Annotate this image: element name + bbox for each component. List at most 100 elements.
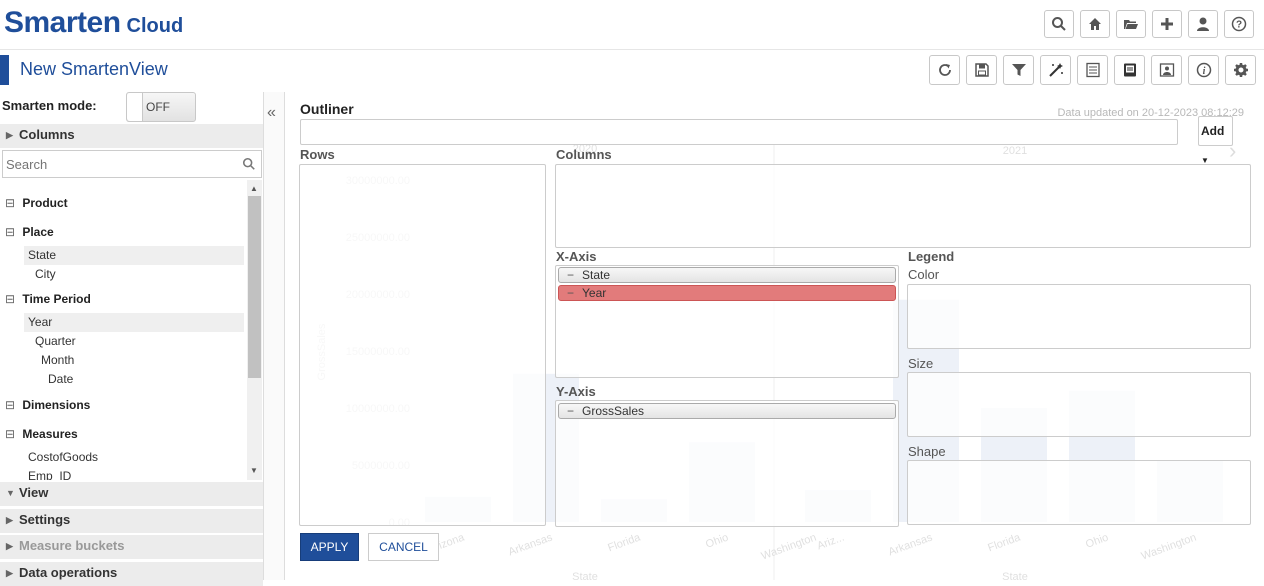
color-label: Color [908, 267, 940, 282]
x-tick-label: Florida [986, 531, 1023, 554]
column-search-input[interactable] [3, 151, 223, 177]
help-button[interactable]: ? [1224, 10, 1254, 38]
tree-leaf-date[interactable]: Date [48, 370, 73, 389]
tree-leaf-city[interactable]: City [35, 265, 56, 284]
x-tick-label: Arkansas [887, 531, 935, 558]
user-button[interactable] [1188, 10, 1218, 38]
settings-icon [1233, 63, 1248, 77]
data-operations-section-header[interactable]: ▶ Data operations [0, 562, 263, 586]
image-icon [1159, 63, 1174, 77]
brand-logo: Smarten Cloud [4, 6, 183, 40]
tree-node-product[interactable]: ⊟ Product [5, 196, 68, 210]
refresh-button[interactable] [929, 55, 960, 85]
shape-label: Shape [908, 444, 946, 459]
home-button[interactable] [1080, 10, 1110, 38]
add-dropdown-button[interactable]: Add ▼ [1198, 116, 1233, 165]
book-icon [1123, 63, 1136, 77]
toggle-knob [127, 93, 143, 121]
x-tick-label: Arkansas [507, 531, 555, 558]
tree-leaf-costofgoods[interactable]: CostofGoods [28, 448, 98, 467]
top-toolbar: ? [1044, 10, 1254, 38]
columns-section-header[interactable]: ▶ Columns [0, 124, 263, 148]
shape-dropzone[interactable] [907, 460, 1251, 525]
legend-label: Legend [908, 249, 955, 264]
minus-icon[interactable]: − [567, 404, 582, 418]
svg-text:i: i [1202, 66, 1205, 77]
view-titlebar: New SmartenView i [0, 51, 1264, 91]
tree-node-label: Place [22, 225, 54, 239]
measure-buckets-section-header[interactable]: ▶ Measure buckets [0, 535, 263, 559]
size-label: Size [908, 356, 934, 371]
settings-button[interactable] [1225, 55, 1256, 85]
tree-node-place[interactable]: ⊟ Place [5, 225, 54, 239]
column-tree: ⊟ Product ⊟ Place State City ⊟ Time Peri… [0, 180, 247, 480]
xaxis-chip-state[interactable]: − State [558, 267, 896, 283]
hierarchy-icon: ⊟ [5, 427, 16, 441]
settings-section-header[interactable]: ▶ Settings [0, 509, 263, 533]
view-toolbar: i [929, 55, 1256, 85]
xaxis-dropzone[interactable]: − State − Year [555, 265, 899, 378]
chevron-right-icon[interactable]: › [1229, 138, 1236, 164]
xaxis-label: X-Axis [556, 249, 597, 264]
x-axis-title: State [1002, 571, 1028, 580]
x-tick-label: Ariz... [815, 532, 846, 553]
list-view-button[interactable] [1077, 55, 1108, 85]
tree-leaf-state[interactable]: State [24, 246, 244, 265]
view-section-header[interactable]: ▼ View [0, 482, 263, 506]
outliner-input[interactable] [300, 119, 1178, 145]
smarten-mode-label: Smarten mode: [2, 98, 97, 113]
rows-label: Rows [300, 147, 335, 162]
main-area: 30000000.0025000000.0020000000.001500000… [285, 92, 1264, 580]
minus-icon[interactable]: − [567, 286, 582, 300]
smarten-mode-toggle[interactable]: OFF [126, 92, 196, 122]
yaxis-dropzone[interactable]: − GrossSales [555, 400, 899, 527]
minus-icon[interactable]: − [567, 268, 582, 282]
book-button[interactable] [1114, 55, 1145, 85]
open-folder-button[interactable] [1116, 10, 1146, 38]
tree-leaf-month[interactable]: Month [41, 351, 74, 370]
tree-node-dimensions[interactable]: ⊟ Dimensions [5, 398, 90, 412]
collapse-panel-icon[interactable]: « [267, 104, 276, 122]
scroll-down-icon[interactable]: ▼ [250, 466, 258, 475]
chip-label: State [582, 268, 611, 282]
search-button[interactable] [1044, 10, 1074, 38]
settings-section-label: Settings [19, 512, 71, 527]
columns-dropzone[interactable] [555, 164, 1251, 248]
tree-node-measures[interactable]: ⊟ Measures [5, 427, 78, 441]
tree-leaf-year[interactable]: Year [24, 313, 244, 332]
apply-button[interactable]: APPLY [300, 533, 359, 561]
yaxis-chip-grosssales[interactable]: − GrossSales [558, 403, 896, 419]
tree-leaf-quarter[interactable]: Quarter [35, 332, 76, 351]
image-export-button[interactable] [1151, 55, 1182, 85]
panel-divider: « [263, 92, 285, 580]
magic-wand-button[interactable] [1040, 55, 1071, 85]
cancel-button[interactable]: CANCEL [368, 533, 439, 561]
scroll-up-icon[interactable]: ▲ [250, 184, 258, 193]
tree-node-time-period[interactable]: ⊟ Time Period [5, 292, 91, 306]
magic-wand-icon [1048, 63, 1063, 77]
view-title: New SmartenView [20, 59, 168, 79]
chip-label: GrossSales [582, 404, 645, 418]
save-button[interactable] [966, 55, 997, 85]
filter-button[interactable] [1003, 55, 1034, 85]
columns-label: Columns [556, 147, 612, 162]
info-button[interactable]: i [1188, 55, 1219, 85]
toggle-state: OFF [146, 100, 170, 114]
folder-open-icon [1124, 20, 1138, 29]
save-icon [974, 63, 989, 77]
rows-dropzone[interactable] [299, 164, 546, 526]
home-icon [1089, 18, 1101, 30]
add-new-button[interactable] [1152, 10, 1182, 38]
tree-scrollbar[interactable]: ▲ ▼ [247, 180, 262, 480]
caret-right-icon: ▶ [6, 568, 13, 578]
yaxis-label: Y-Axis [556, 384, 596, 399]
caret-down-icon: ▼ [6, 488, 15, 498]
tree-leaf-emp-id[interactable]: Emp_ID [28, 467, 71, 480]
color-dropzone[interactable] [907, 284, 1251, 349]
x-tick-label: Ohio [704, 532, 730, 551]
xaxis-chip-year[interactable]: − Year [558, 285, 896, 301]
x-tick-label: Washington [1140, 532, 1198, 563]
size-dropzone[interactable] [907, 372, 1251, 437]
scroll-thumb[interactable] [248, 196, 261, 378]
tree-node-label: Product [22, 196, 68, 210]
